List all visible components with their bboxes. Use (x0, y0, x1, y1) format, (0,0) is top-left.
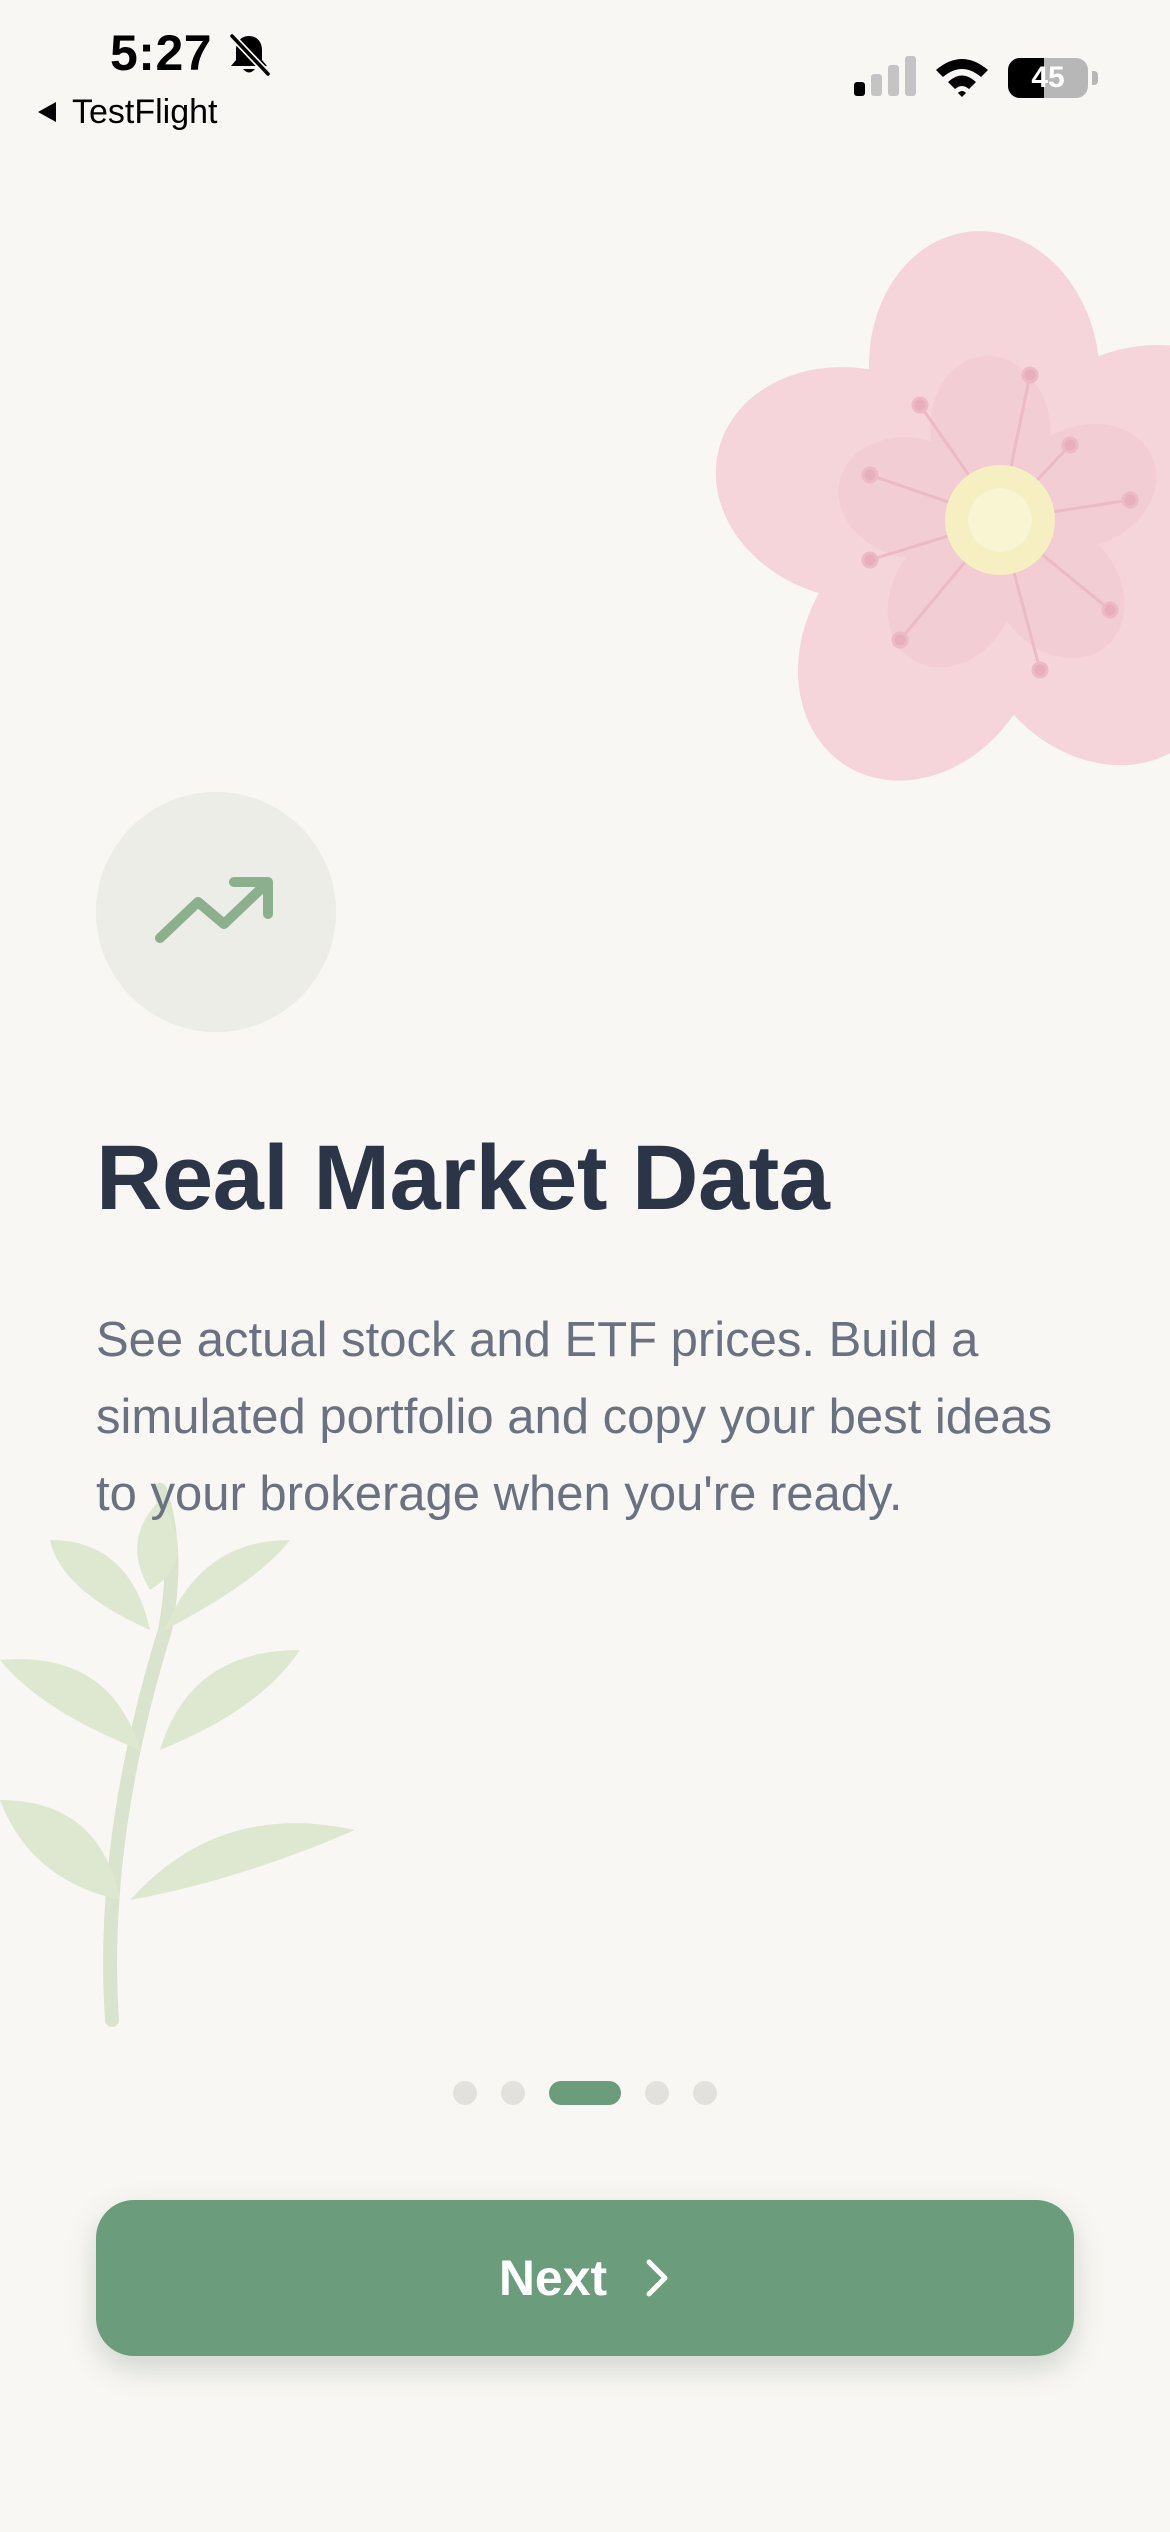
next-button[interactable]: Next (96, 2200, 1074, 2356)
leaf-illustration (0, 1483, 355, 2027)
page-description: See actual stock and ETF prices. Build a… (96, 1313, 1053, 1521)
trending-up-icon (155, 877, 273, 943)
back-to-testflight-link[interactable]: TestFlight (36, 92, 218, 132)
bell-slash-icon (228, 32, 272, 78)
page-dot[interactable] (645, 2081, 669, 2105)
feature-icon-circle (96, 792, 336, 1032)
chevron-right-icon (646, 2259, 668, 2297)
page-dot[interactable] (501, 2081, 525, 2105)
status-time: 5:27 (110, 25, 213, 81)
back-label: TestFlight (72, 92, 218, 131)
page-dot-active[interactable] (549, 2081, 621, 2105)
battery-cap (1092, 71, 1098, 85)
onboarding-screen: 5:27 TestFlight 45 Real Market Data See … (0, 0, 1170, 2532)
wifi-icon (936, 59, 988, 97)
page-dot[interactable] (453, 2081, 477, 2105)
page-dot[interactable] (693, 2081, 717, 2105)
back-triangle-icon (38, 102, 56, 122)
battery-level-label: 45 (1031, 61, 1065, 94)
cellular-signal-icon (854, 56, 916, 96)
flower-illustration (715, 231, 1170, 781)
page-title: Real Market Data (96, 1127, 830, 1229)
page-indicator (0, 2080, 1170, 2106)
battery-indicator: 45 (1008, 58, 1098, 98)
next-button-label: Next (498, 2250, 608, 2306)
